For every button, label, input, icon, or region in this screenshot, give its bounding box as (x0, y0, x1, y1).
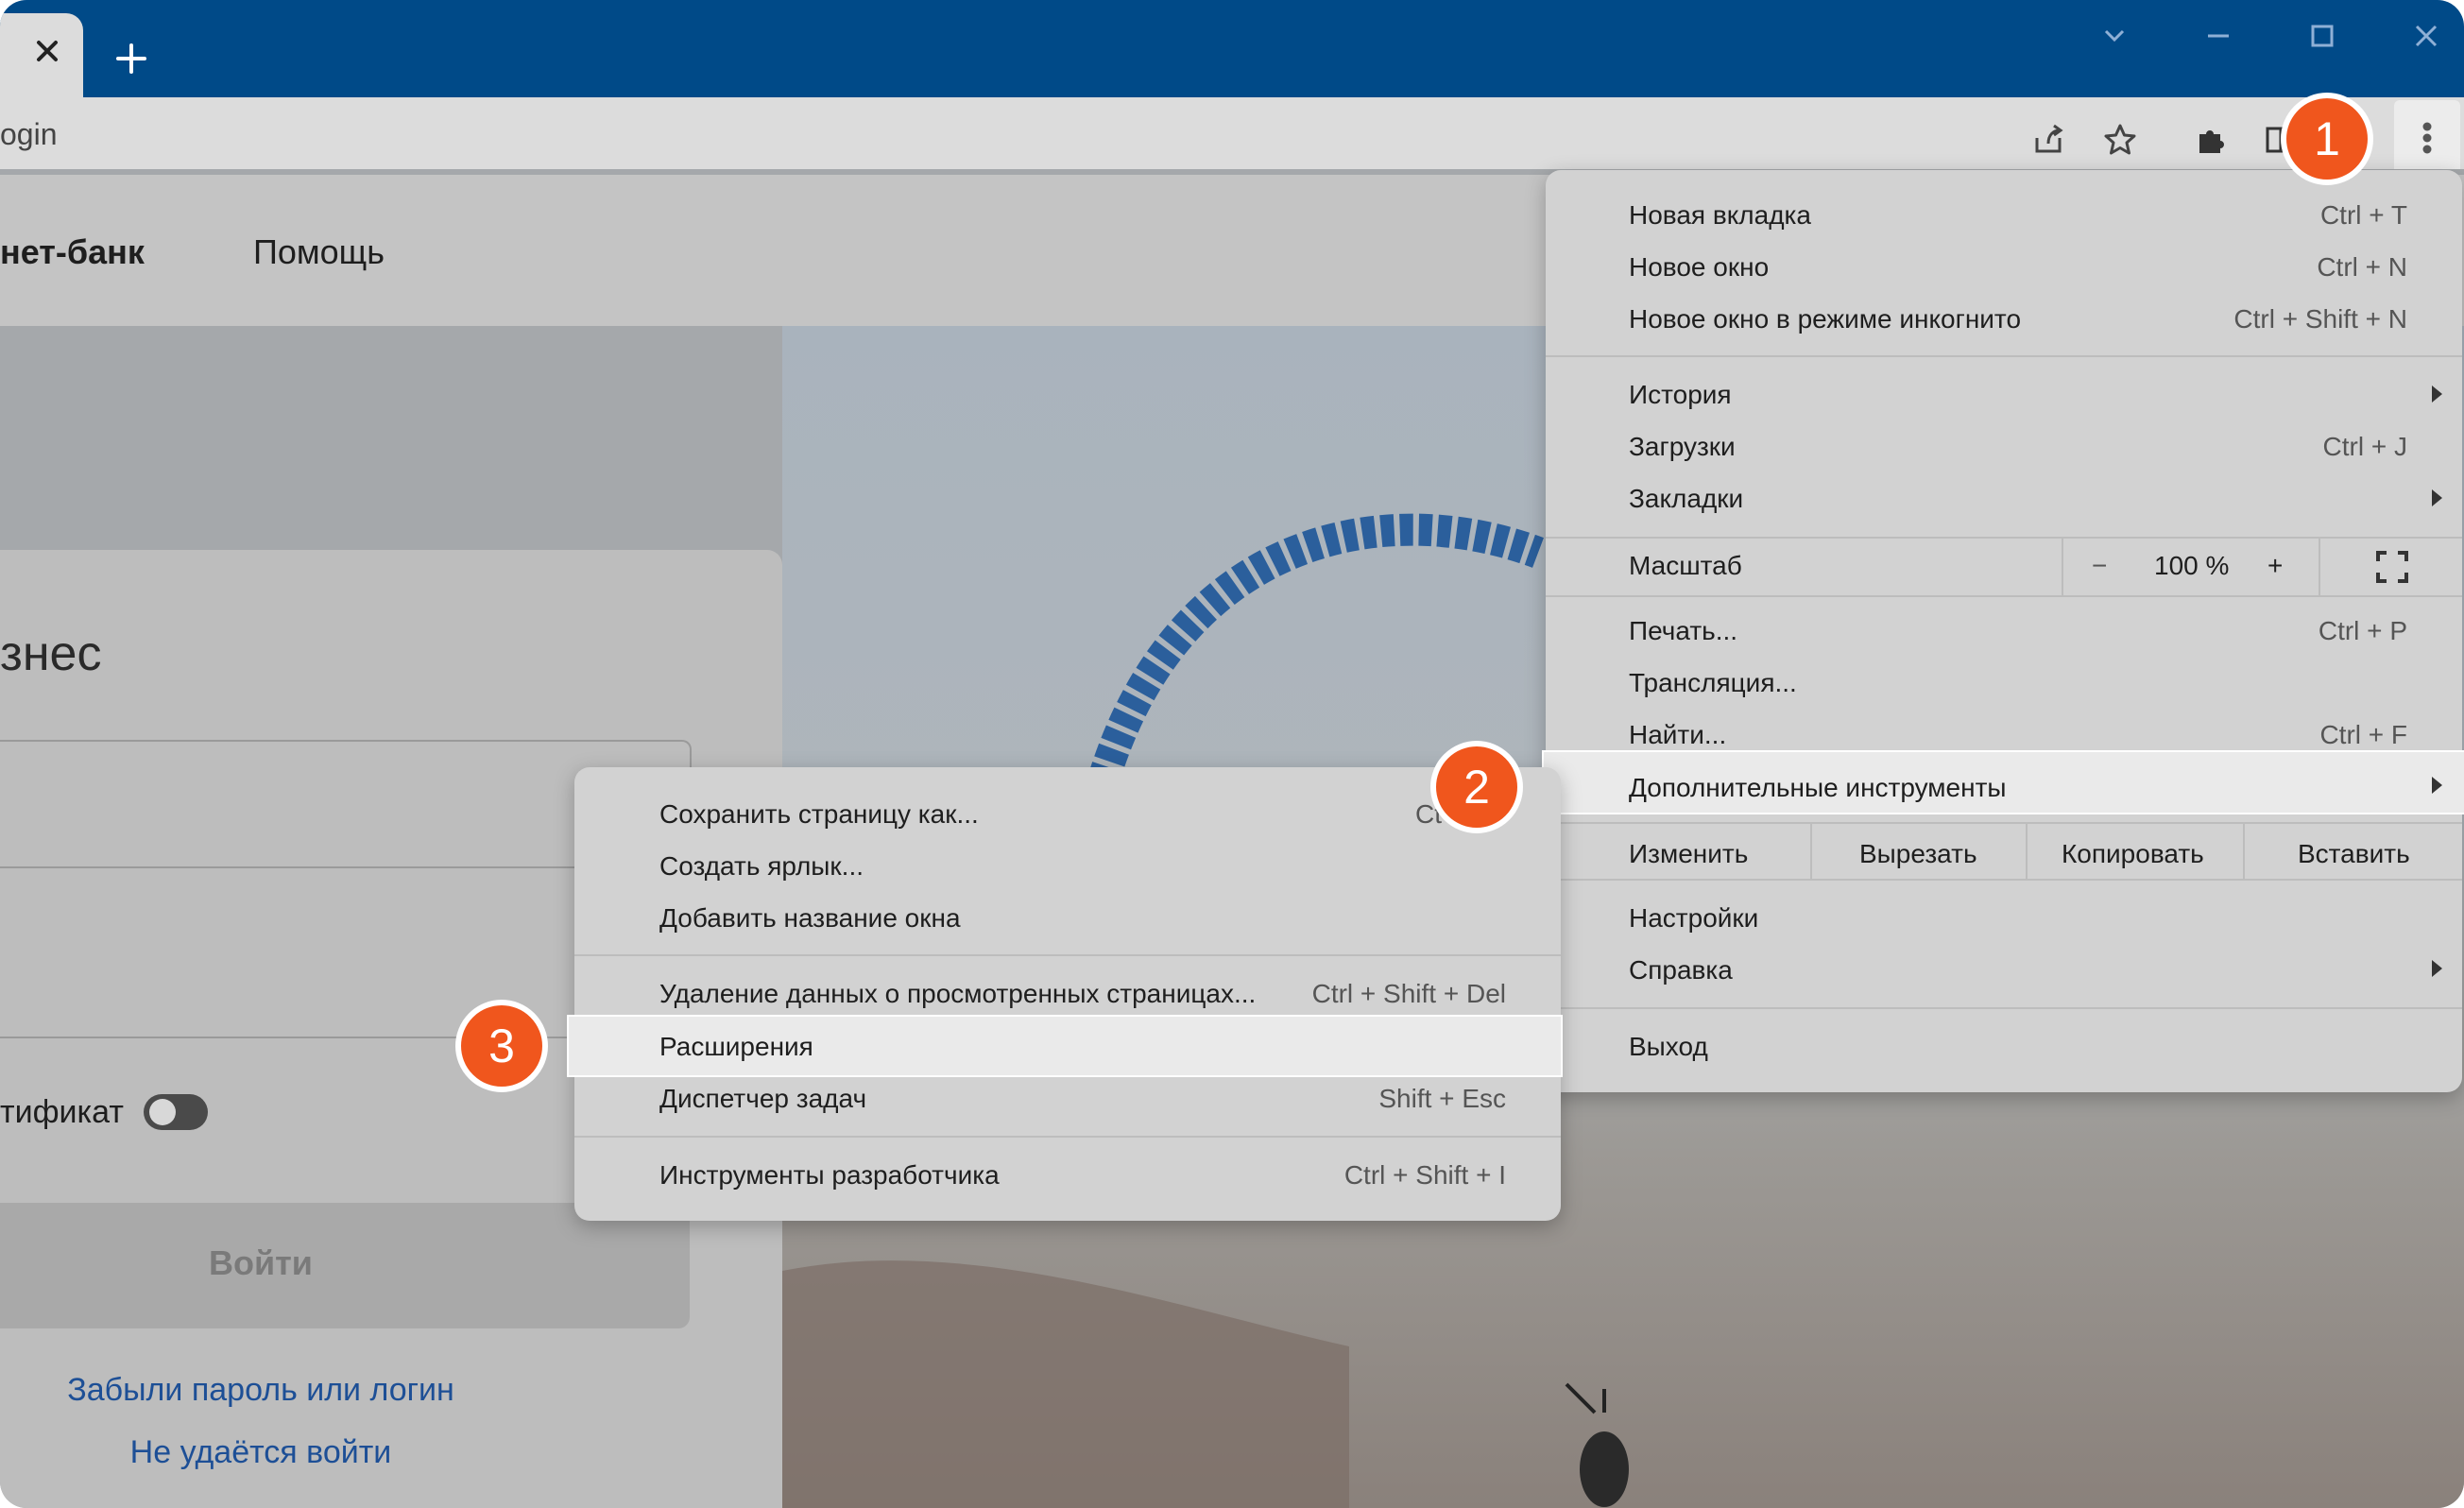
screenshot-frame: ogin нет-банк Помощь знес тификат Войти … (0, 0, 2464, 1508)
shortcut-clear-data: Ctrl + Shift + Del (1311, 979, 1506, 1008)
new-tab-button[interactable] (109, 36, 154, 81)
menu-separator (1546, 822, 2462, 824)
menu-item-more-tools[interactable]: Дополнительные инструменты (1629, 773, 2007, 803)
more-tools-submenu: Сохранить страницу как... Ct Создать ярл… (567, 767, 1563, 1221)
step-badge-3: 3 (455, 1000, 548, 1092)
submenu-item-clear-data[interactable]: Удаление данных о просмотренных страница… (659, 979, 1256, 1009)
login-card-title: знес (0, 626, 102, 681)
cant-login-link[interactable]: Не удаётся войти (0, 1434, 522, 1471)
plus-icon (116, 43, 146, 74)
shortcut-new-tab: Ctrl + T (2319, 200, 2407, 230)
shortcut-task-manager: Shift + Esc (1378, 1084, 1506, 1113)
menu-separator (574, 954, 1561, 956)
menu-item-zoom: Масштаб (1629, 551, 1742, 580)
nav-internet-bank[interactable]: нет-банк (0, 232, 145, 272)
menu-separator (1546, 595, 2462, 597)
browser-main-menu: Новая вкладка Ctrl + T Новое окно Ctrl +… (1542, 170, 2464, 1092)
menu-item-print[interactable]: Печать... (1629, 616, 1737, 646)
minimize-button[interactable] (2190, 13, 2247, 59)
zoom-in-button[interactable]: + (2267, 551, 2283, 581)
menu-separator (1546, 1007, 2462, 1009)
submenu-item-extensions[interactable]: Расширения (659, 1032, 813, 1062)
certificate-label: тификат (0, 1094, 124, 1130)
submenu-item-task-manager[interactable]: Диспетчер задач (659, 1084, 866, 1114)
submenu-arrow-icon (2432, 960, 2442, 977)
menu-item-settings[interactable]: Настройки (1629, 903, 1758, 934)
menu-item-bookmarks[interactable]: Закладки (1629, 484, 1743, 514)
menu-divider (2062, 539, 2063, 595)
kebab-menu-icon (2422, 122, 2432, 154)
star-icon[interactable] (2099, 119, 2141, 161)
nav-help[interactable]: Помощь (253, 232, 385, 272)
menu-divider (2319, 539, 2320, 595)
toggle-knob (149, 1099, 176, 1125)
shortcut-downloads: Ctrl + J (2322, 432, 2407, 461)
login-button-label: Войти (209, 1243, 313, 1282)
shortcut-dev-tools: Ctrl + Shift + I (1343, 1160, 1506, 1190)
submenu-item-create-shortcut[interactable]: Создать ярлык... (659, 851, 864, 882)
submenu-arrow-icon (2432, 777, 2442, 794)
menu-separator (1546, 537, 2462, 539)
address-bar[interactable]: ogin (0, 117, 58, 152)
menu-separator (574, 1136, 1561, 1138)
submenu-item-save-page[interactable]: Сохранить страницу как... (659, 799, 979, 830)
toolbar (0, 97, 2464, 169)
tab-search-button[interactable] (2086, 13, 2143, 59)
zoom-out-button[interactable]: − (2092, 551, 2107, 581)
edit-copy-button[interactable]: Копировать (2062, 839, 2204, 869)
menu-item-find[interactable]: Найти... (1629, 720, 1726, 750)
edit-cut-button[interactable]: Вырезать (1859, 839, 1977, 869)
submenu-arrow-icon (2432, 386, 2442, 403)
browser-menu-button[interactable] (2394, 100, 2460, 176)
hills (782, 1260, 1349, 1508)
paraglider-pilot (1580, 1431, 1629, 1507)
menu-item-help[interactable]: Справка (1629, 955, 1733, 985)
shortcut-incognito: Ctrl + Shift + N (2233, 304, 2407, 334)
edit-paste-button[interactable]: Вставить (2298, 839, 2410, 869)
menu-item-incognito[interactable]: Новое окно в режиме инкогнито (1629, 304, 2021, 334)
maximize-button[interactable] (2294, 13, 2351, 59)
paraglider-lines (1565, 1382, 1606, 1414)
menu-separator (1546, 355, 2462, 357)
step-badge-1: 1 (2281, 93, 2373, 185)
tab-close-icon[interactable] (26, 30, 68, 72)
maximize-icon (2311, 25, 2334, 47)
menu-item-history[interactable]: История (1629, 380, 1732, 410)
forgot-password-link[interactable]: Забыли пароль или логин (0, 1372, 522, 1409)
submenu-arrow-icon (2432, 489, 2442, 506)
menu-divider (2026, 824, 2028, 879)
menu-item-downloads[interactable]: Загрузки (1629, 432, 1736, 462)
menu-item-edit: Изменить (1629, 839, 1749, 868)
menu-item-cast[interactable]: Трансляция... (1629, 668, 1797, 698)
submenu-item-name-window[interactable]: Добавить название окна (659, 903, 961, 934)
menu-separator (1546, 879, 2462, 881)
shortcut-print: Ctrl + P (2318, 616, 2407, 645)
menu-item-new-tab[interactable]: Новая вкладка (1629, 200, 1811, 231)
fullscreen-icon[interactable] (2375, 550, 2409, 584)
step-badge-2: 2 (1430, 741, 1523, 833)
close-icon (2415, 25, 2438, 47)
menu-item-exit[interactable]: Выход (1629, 1032, 1708, 1062)
shortcut-new-window: Ctrl + N (2317, 252, 2407, 282)
close-window-button[interactable] (2398, 13, 2455, 59)
menu-divider (1810, 824, 1812, 879)
zoom-value: 100 % (2154, 551, 2230, 580)
share-icon[interactable] (2028, 119, 2069, 161)
submenu-item-dev-tools[interactable]: Инструменты разработчика (659, 1160, 1000, 1191)
minimize-icon (2208, 34, 2229, 38)
puzzle-icon[interactable] (2190, 119, 2232, 161)
menu-item-new-window[interactable]: Новое окно (1629, 252, 1769, 283)
chevron-down-icon (2104, 29, 2125, 43)
menu-divider (2243, 824, 2245, 879)
shortcut-find: Ctrl + F (2319, 720, 2407, 749)
